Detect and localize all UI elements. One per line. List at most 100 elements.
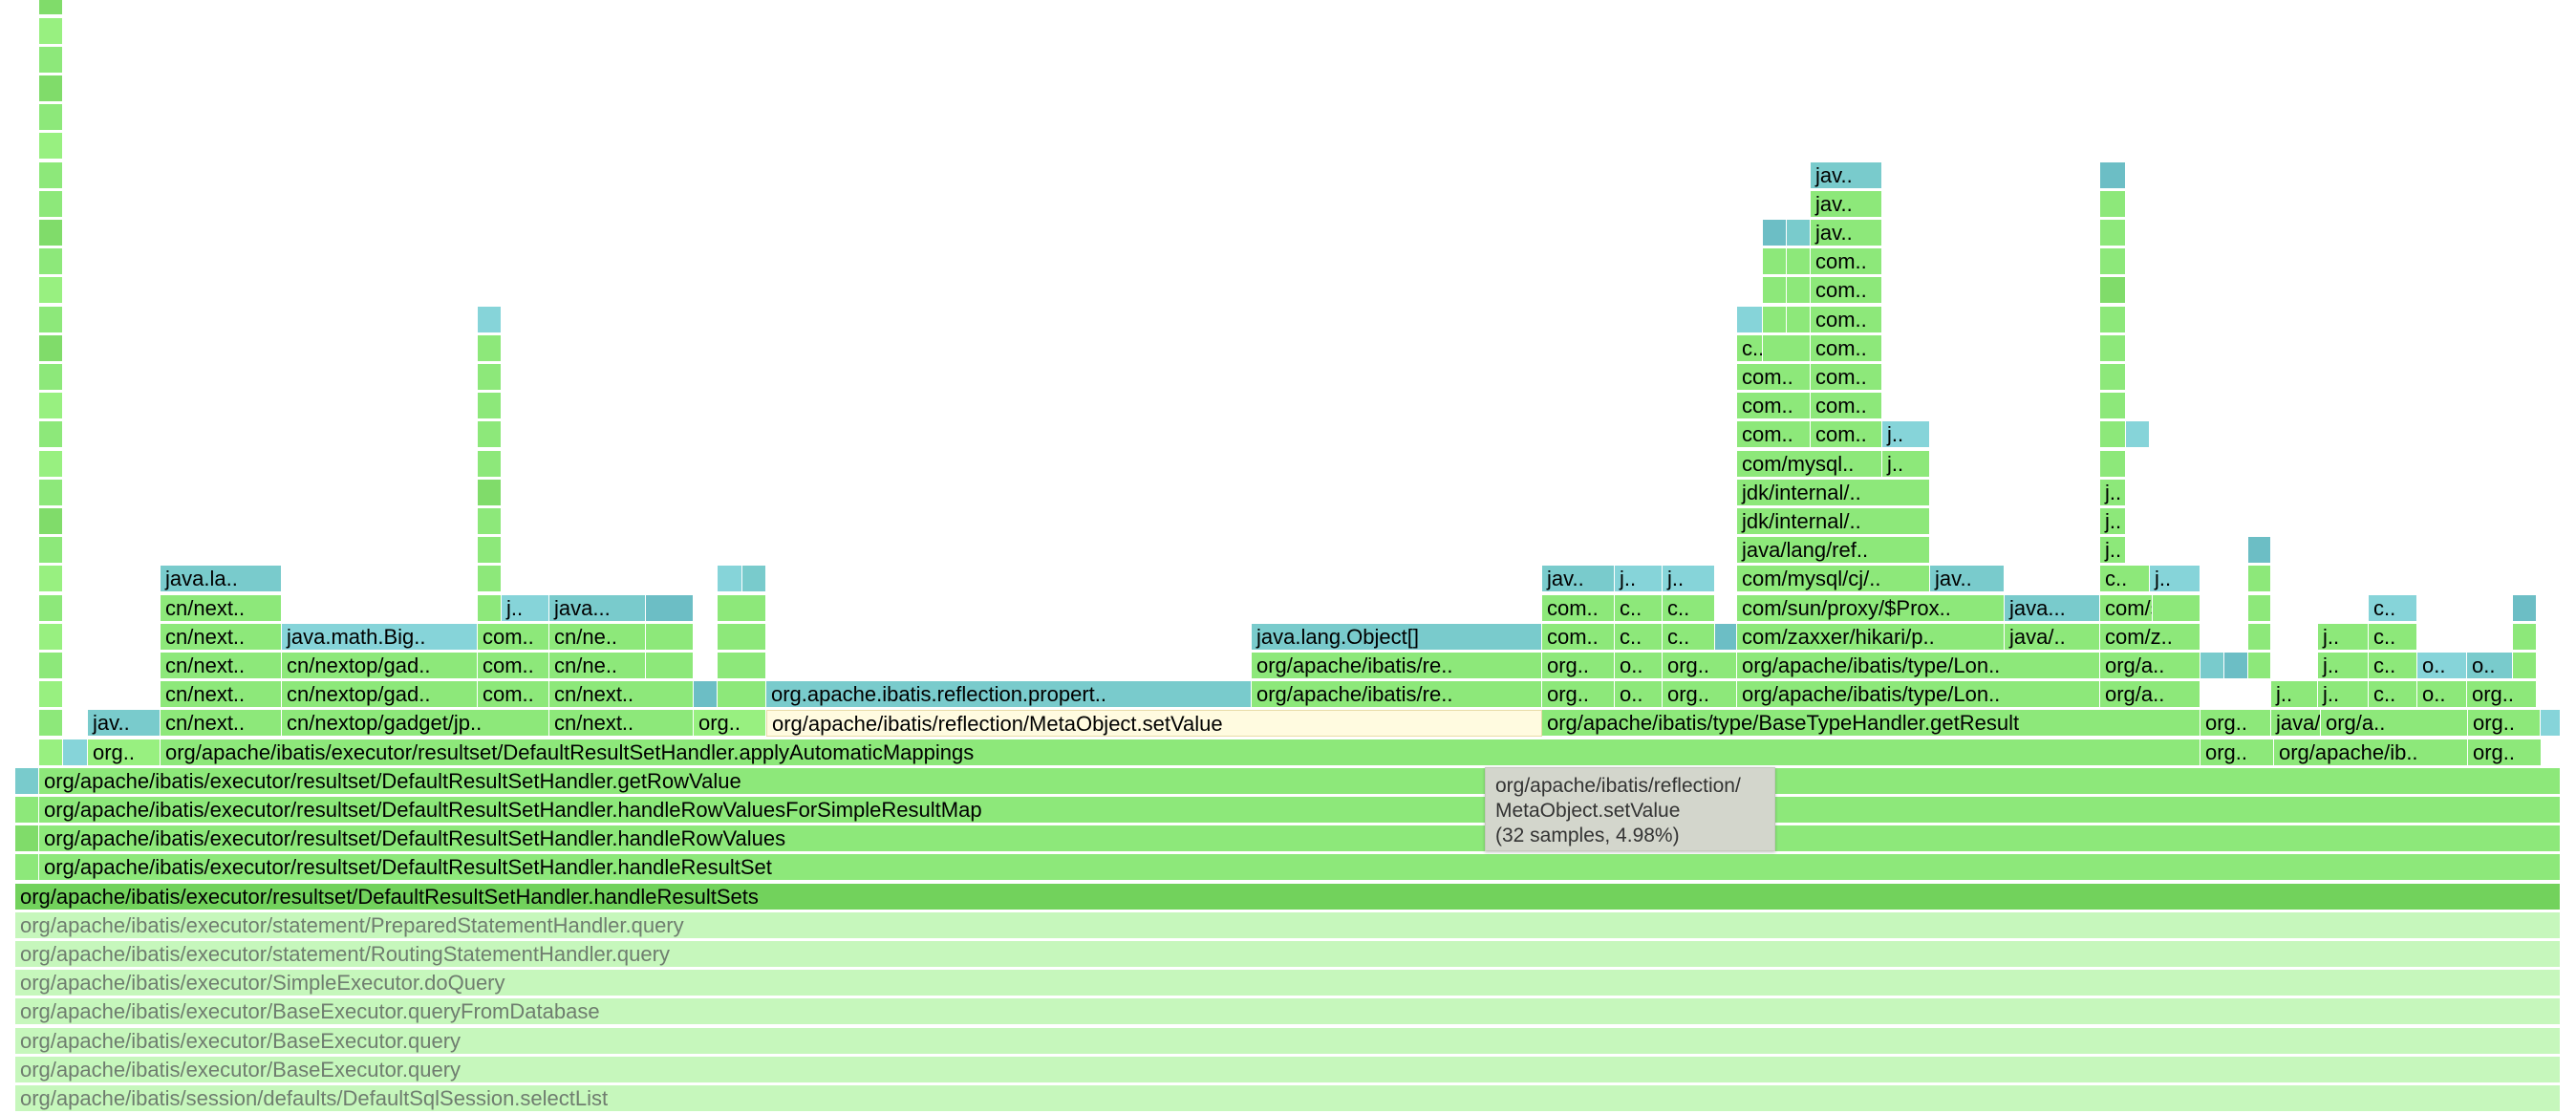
stack-frame[interactable]: com.. bbox=[1811, 248, 1882, 276]
stack-frame[interactable]: java... bbox=[549, 594, 646, 622]
stack-frame[interactable] bbox=[1787, 248, 1811, 276]
stack-frame[interactable]: c.. bbox=[2100, 566, 2150, 593]
stack-frame[interactable]: org/apache/ibatis/executor/resultset/Def… bbox=[15, 883, 2561, 910]
stack-frame[interactable]: org.. bbox=[88, 739, 161, 766]
stack-frame[interactable] bbox=[39, 133, 63, 161]
stack-frame[interactable]: org/apache/ibatis/executor/BaseExecutor.… bbox=[15, 998, 2561, 1026]
stack-frame[interactable]: com/sun/proxy/$Prox.. bbox=[1737, 594, 2005, 622]
stack-frame[interactable] bbox=[2100, 190, 2126, 218]
stack-frame[interactable]: org/apache/ibatis/type/Lon.. bbox=[1737, 681, 2100, 709]
stack-frame[interactable]: cn/ne.. bbox=[549, 623, 646, 651]
stack-frame[interactable]: org.. bbox=[1542, 653, 1615, 679]
stack-frame[interactable] bbox=[478, 450, 502, 478]
stack-frame[interactable] bbox=[2100, 364, 2126, 391]
stack-frame[interactable] bbox=[2100, 306, 2126, 333]
stack-frame[interactable] bbox=[39, 306, 63, 333]
stack-frame[interactable] bbox=[2153, 594, 2200, 622]
stack-frame[interactable] bbox=[39, 161, 63, 189]
stack-frame[interactable]: org/apache/ibatis/re.. bbox=[1252, 681, 1542, 709]
stack-frame[interactable] bbox=[718, 681, 766, 709]
stack-frame[interactable]: jdk/internal/.. bbox=[1737, 508, 1930, 535]
stack-frame[interactable] bbox=[1763, 248, 1787, 276]
stack-frame[interactable]: com/z.. bbox=[2100, 623, 2200, 651]
stack-frame[interactable]: jav.. bbox=[1811, 220, 1882, 246]
stack-frame[interactable] bbox=[39, 220, 63, 246]
stack-frame[interactable] bbox=[1763, 220, 1787, 246]
stack-frame[interactable] bbox=[718, 623, 766, 651]
stack-frame[interactable]: org/a.. bbox=[2321, 710, 2468, 738]
stack-frame[interactable]: cn/next.. bbox=[161, 653, 282, 679]
stack-frame[interactable] bbox=[2100, 277, 2126, 305]
stack-frame[interactable] bbox=[478, 566, 502, 593]
stack-frame[interactable] bbox=[39, 479, 63, 506]
stack-frame[interactable]: java/lang/ref.. bbox=[1737, 537, 1930, 565]
stack-frame[interactable] bbox=[742, 566, 766, 593]
stack-frame[interactable]: com/s.. bbox=[2100, 594, 2153, 622]
stack-frame[interactable] bbox=[478, 306, 502, 333]
stack-frame[interactable]: java.lang.Object[] bbox=[1252, 623, 1542, 651]
stack-frame[interactable] bbox=[2248, 623, 2271, 651]
stack-frame[interactable] bbox=[2200, 653, 2224, 679]
stack-frame[interactable]: jav.. bbox=[1811, 190, 1882, 218]
stack-frame[interactable] bbox=[1787, 306, 1811, 333]
stack-frame[interactable]: org/apache/ibatis/executor/resultset/Def… bbox=[39, 767, 2561, 795]
stack-frame[interactable]: org.. bbox=[694, 710, 766, 738]
stack-frame[interactable]: cn/nextop/gadget/jp.. bbox=[282, 710, 549, 738]
stack-frame[interactable]: org/apache/ibatis/session/defaults/Defau… bbox=[15, 1085, 2561, 1112]
stack-frame[interactable]: org/apache/ibatis/executor/BaseExecutor.… bbox=[15, 1056, 2561, 1083]
stack-frame[interactable] bbox=[39, 104, 63, 132]
stack-frame[interactable]: j.. bbox=[1615, 566, 1663, 593]
stack-frame[interactable]: com.. bbox=[478, 623, 549, 651]
stack-frame[interactable]: org.apache.ibatis.reflection.propert.. bbox=[766, 681, 1252, 709]
stack-frame[interactable]: com.. bbox=[1542, 594, 1615, 622]
stack-frame[interactable]: cn/nextop/gad.. bbox=[282, 653, 478, 679]
stack-frame[interactable] bbox=[39, 739, 63, 766]
stack-frame[interactable] bbox=[2100, 248, 2126, 276]
stack-frame[interactable]: j.. bbox=[2100, 537, 2126, 565]
stack-frame[interactable] bbox=[478, 594, 502, 622]
stack-frame[interactable]: org.. bbox=[1542, 681, 1615, 709]
stack-frame[interactable]: jav.. bbox=[88, 710, 161, 738]
stack-frame[interactable]: o.. bbox=[1615, 653, 1663, 679]
stack-frame[interactable] bbox=[39, 17, 63, 45]
stack-frame[interactable]: org.. bbox=[2468, 710, 2541, 738]
stack-frame[interactable]: com/zaxxer/hikari/p.. bbox=[1737, 623, 2005, 651]
stack-frame[interactable]: org.. bbox=[2467, 681, 2537, 709]
stack-frame[interactable]: c.. bbox=[1663, 594, 1715, 622]
stack-frame[interactable]: c.. bbox=[1737, 334, 1763, 362]
stack-frame[interactable]: com.. bbox=[1811, 393, 1882, 420]
stack-frame[interactable]: com.. bbox=[1811, 306, 1882, 333]
stack-frame[interactable] bbox=[39, 421, 63, 449]
stack-frame[interactable]: c.. bbox=[2369, 594, 2417, 622]
stack-frame[interactable]: o.. bbox=[2467, 653, 2513, 679]
stack-frame[interactable]: com.. bbox=[1811, 334, 1882, 362]
stack-frame[interactable] bbox=[39, 710, 63, 738]
stack-frame[interactable]: com/mysql/cj/.. bbox=[1737, 566, 1930, 593]
stack-frame[interactable] bbox=[2100, 421, 2126, 449]
stack-frame[interactable]: org/apache/ibatis/executor/SimpleExecuto… bbox=[15, 970, 2561, 997]
stack-frame[interactable]: c.. bbox=[2369, 681, 2417, 709]
stack-frame[interactable]: com.. bbox=[1737, 421, 1811, 449]
stack-frame[interactable]: o.. bbox=[1615, 681, 1663, 709]
stack-frame[interactable] bbox=[2126, 421, 2150, 449]
stack-frame[interactable] bbox=[39, 508, 63, 535]
stack-frame[interactable]: com.. bbox=[1811, 421, 1882, 449]
stack-frame[interactable] bbox=[1787, 277, 1811, 305]
stack-frame[interactable]: com/mysql.. bbox=[1737, 450, 1882, 478]
stack-frame[interactable]: j.. bbox=[1663, 566, 1715, 593]
stack-frame[interactable]: org/apache/ibatis/type/BaseTypeHandler.g… bbox=[1542, 710, 2200, 738]
stack-frame[interactable] bbox=[478, 393, 502, 420]
stack-frame[interactable]: java... bbox=[2005, 594, 2100, 622]
stack-frame[interactable]: cn/next.. bbox=[161, 681, 282, 709]
stack-frame[interactable]: j.. bbox=[2100, 508, 2126, 535]
stack-frame[interactable] bbox=[15, 767, 39, 795]
stack-frame[interactable] bbox=[1763, 306, 1787, 333]
stack-frame[interactable]: o.. bbox=[2417, 681, 2467, 709]
stack-frame[interactable] bbox=[1763, 334, 1811, 362]
stack-frame[interactable]: com.. bbox=[1811, 364, 1882, 391]
frame-highlighted[interactable]: org/apache/ibatis/reflection/MetaObject.… bbox=[766, 710, 1542, 738]
stack-frame[interactable] bbox=[39, 75, 63, 102]
stack-frame[interactable]: j.. bbox=[2318, 623, 2369, 651]
stack-frame[interactable] bbox=[2541, 710, 2561, 738]
stack-frame[interactable]: c.. bbox=[2369, 653, 2417, 679]
